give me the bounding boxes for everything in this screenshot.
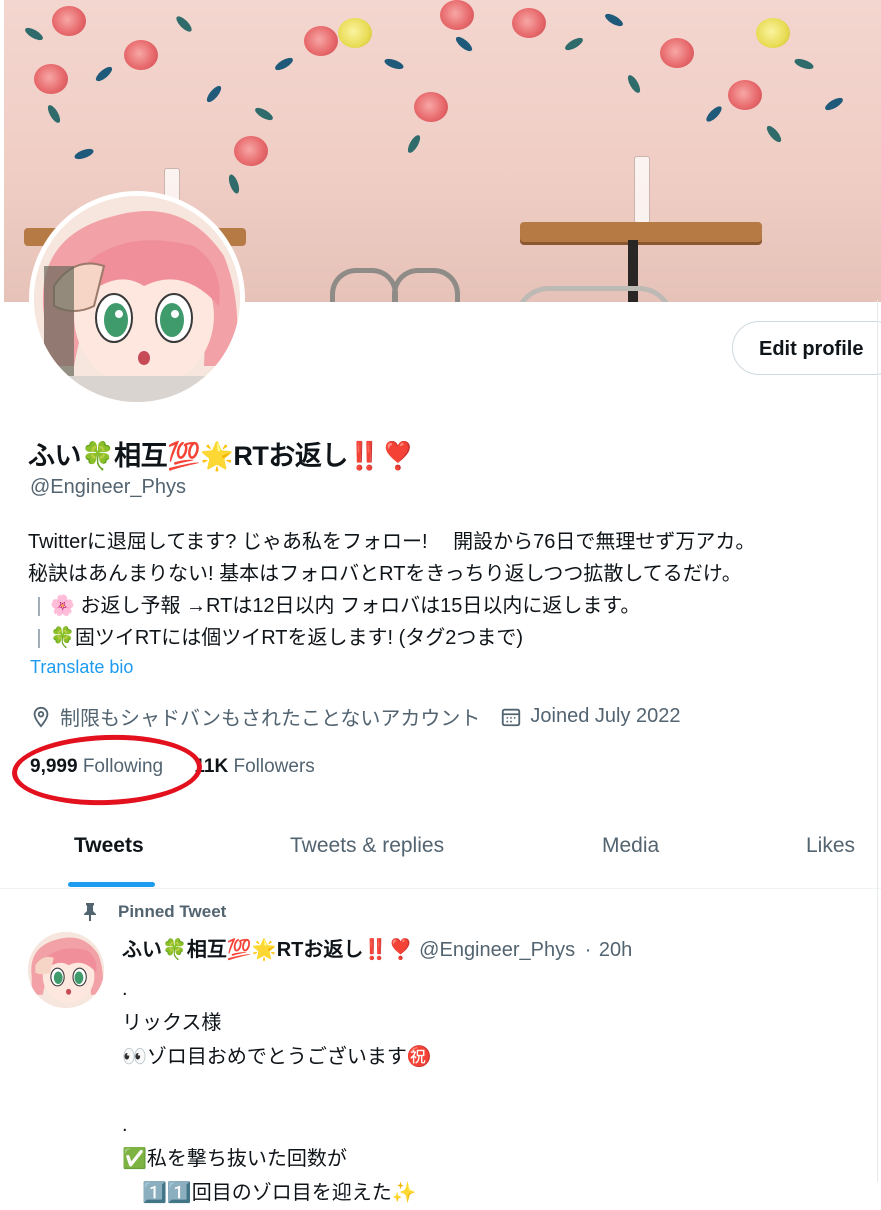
translate-bio-link[interactable]: Translate bio — [30, 657, 133, 678]
tweet-text: . リックス様 👀ゾロ目おめでとうございます㊗️ . ✅私を撃ち抜いた回数が 1… — [122, 972, 432, 1210]
tweet-line — [122, 1074, 432, 1108]
tab-tweets-replies[interactable]: Tweets & replies — [290, 834, 444, 858]
location-pin-icon — [33, 706, 49, 728]
bio-line: 秘訣はあんまりない! 基本はフォロバとRTをきっちり返しつつ拡散してるだけ。 — [28, 563, 742, 585]
column-divider — [877, 300, 878, 1182]
joined-item: Joined July 2022 — [500, 705, 681, 728]
tab-tweets[interactable]: Tweets — [74, 834, 144, 858]
tweet-line: ✅私を撃ち抜いた回数が — [122, 1148, 347, 1170]
bio-line: Twitterに退屈してます? じゃあ私をフォロー! 開設から76日で無理せず万… — [28, 531, 756, 553]
profile-tabs: Tweets Tweets & replies Media Likes — [0, 820, 881, 889]
location-item: 制限もシャドバンもされたことないアカウント — [30, 702, 480, 731]
tweet-line: 1️⃣1️⃣回目のゾロ目を迎えた✨ — [122, 1182, 417, 1204]
annotation-circle — [10, 731, 204, 809]
calendar-icon — [502, 708, 521, 726]
tweet-separator: · — [584, 939, 592, 961]
followers-link[interactable]: 11K Followers — [194, 756, 314, 778]
tweet-author-name[interactable]: ふい🍀相互💯🌟RTお返し‼️❣️ — [122, 939, 413, 961]
tweet-avatar[interactable] — [28, 932, 104, 1008]
profile-meta: 制限もシャドバンもされたことないアカウント Joined July 2022 — [30, 702, 701, 731]
location-text: 制限もシャドバンもされたことないアカウント — [60, 708, 481, 730]
tweet-line: 👀ゾロ目おめでとうございます㊗️ — [122, 1046, 432, 1068]
tweet-time[interactable]: 20h — [599, 939, 632, 961]
tweet-line: リックス様 — [122, 1012, 222, 1034]
bio-bar: | — [36, 627, 42, 649]
bio-line: | 🍀固ツイRTには個ツイRTを返します! (タグ2つまで) — [28, 622, 755, 654]
bio-bar: | — [36, 595, 42, 617]
tweet-header: ふい🍀相互💯🌟RTお返し‼️❣️ @Engineer_Phys · 20h — [122, 933, 632, 962]
followers-label: Followers — [233, 756, 315, 777]
pinned-label-text: Pinned Tweet — [118, 902, 227, 921]
tab-likes[interactable]: Likes — [806, 834, 855, 858]
display-name: ふい🍀相互💯🌟RTお返し‼️❣️ — [28, 441, 415, 471]
bio-line: | 🌸 お返し予報 →RTは12日以内 フォロバは15日以内に返します。 — [28, 590, 755, 622]
joined-text: Joined July 2022 — [530, 705, 681, 727]
avatar[interactable] — [34, 196, 240, 402]
tweet-line: . — [122, 978, 128, 1000]
tab-media[interactable]: Media — [602, 834, 659, 858]
bio: Twitterに退屈してます? じゃあ私をフォロー! 開設から76日で無理せず万… — [28, 526, 755, 654]
user-handle: @Engineer_Phys — [30, 476, 186, 498]
tweet-author-handle[interactable]: @Engineer_Phys — [419, 939, 575, 961]
pinned-label: Pinned Tweet — [82, 902, 226, 922]
bio-line-text: 🌸 お返し予報 →RTは12日以内 フォロバは15日以内に返します。 — [50, 595, 641, 617]
pin-icon — [84, 903, 96, 921]
tweet-line: . — [122, 1114, 128, 1136]
edit-profile-button[interactable]: Edit profile — [732, 321, 881, 375]
bio-line-text: 🍀固ツイRTには個ツイRTを返します! (タグ2つまで) — [50, 627, 524, 649]
active-tab-indicator — [68, 882, 155, 887]
